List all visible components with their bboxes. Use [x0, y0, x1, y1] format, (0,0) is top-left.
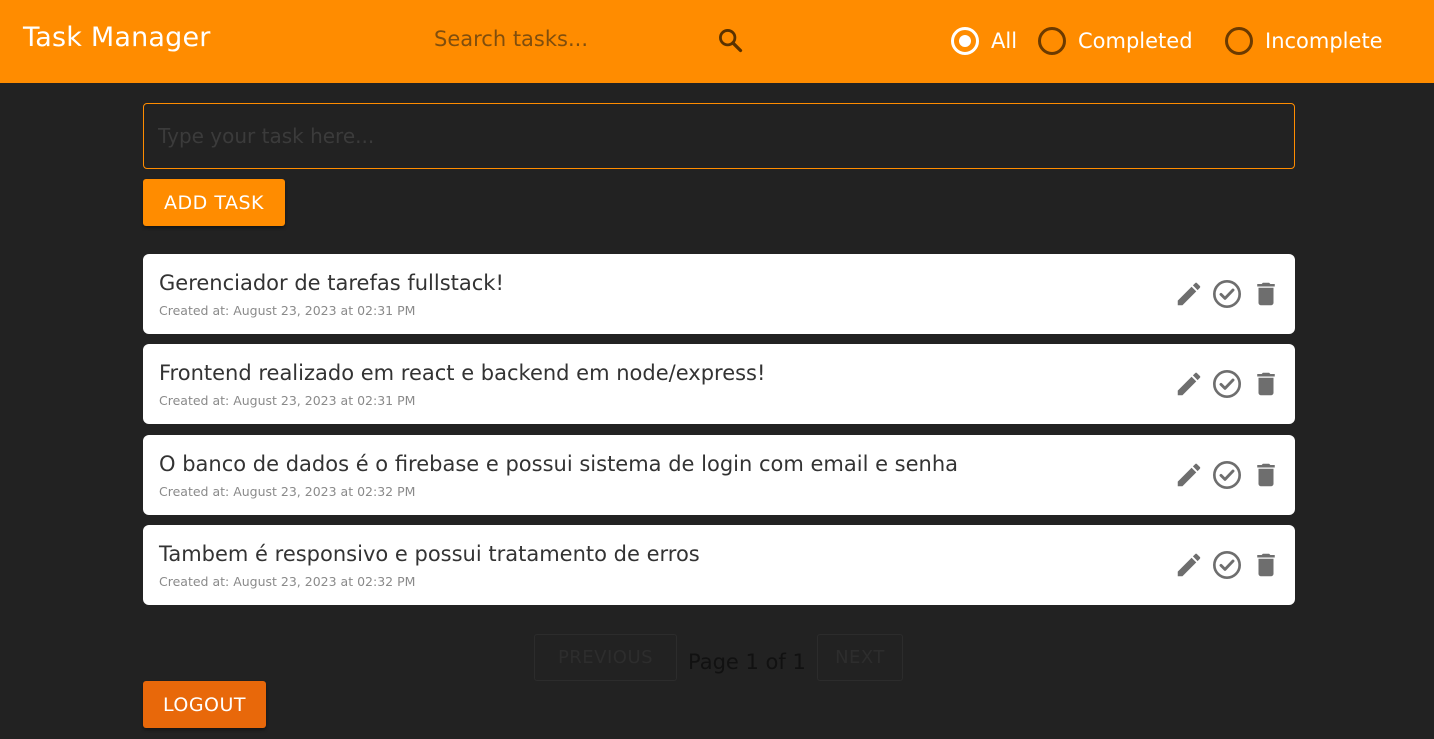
- logout-button[interactable]: LOGOUT: [143, 681, 266, 728]
- add-task-button[interactable]: ADD TASK: [143, 179, 285, 226]
- pencil-icon: [1177, 463, 1201, 487]
- task-created-date: Created at: August 23, 2023 at 02:32 PM: [159, 484, 416, 499]
- filter-completed[interactable]: Completed: [1038, 24, 1193, 58]
- edit-task-button[interactable]: [1171, 547, 1207, 583]
- next-page-button[interactable]: NEXT: [817, 634, 903, 681]
- complete-task-button[interactable]: [1209, 366, 1245, 402]
- task-title: Gerenciador de tarefas fullstack!: [159, 271, 504, 295]
- check-circle-icon: [1213, 280, 1241, 308]
- check-circle-icon: [1213, 551, 1241, 579]
- radio-unchecked-icon: [1225, 27, 1253, 55]
- task-created-date: Created at: August 23, 2023 at 02:31 PM: [159, 303, 416, 318]
- trash-icon: [1257, 372, 1275, 396]
- filter-all-label: All: [991, 29, 1018, 53]
- task-created-date: Created at: August 23, 2023 at 02:32 PM: [159, 574, 416, 589]
- filter-incomplete-label: Incomplete: [1265, 29, 1383, 53]
- trash-icon: [1257, 463, 1275, 487]
- app-header: Task Manager All Completed Incomplete: [0, 0, 1434, 83]
- pencil-icon: [1177, 282, 1201, 306]
- task-input[interactable]: [143, 103, 1295, 169]
- trash-icon: [1257, 553, 1275, 577]
- task-card: Frontend realizado em react e backend em…: [143, 344, 1295, 424]
- edit-task-button[interactable]: [1171, 276, 1207, 312]
- delete-task-button[interactable]: [1248, 366, 1284, 402]
- edit-task-button[interactable]: [1171, 457, 1207, 493]
- pencil-icon: [1177, 372, 1201, 396]
- task-card: Tambem é responsivo e possui tratamento …: [143, 525, 1295, 605]
- delete-task-button[interactable]: [1248, 457, 1284, 493]
- delete-task-button[interactable]: [1248, 276, 1284, 312]
- task-title: Frontend realizado em react e backend em…: [159, 361, 766, 385]
- check-circle-icon: [1213, 461, 1241, 489]
- pencil-icon: [1177, 553, 1201, 577]
- task-title: O banco de dados é o firebase e possui s…: [159, 452, 959, 476]
- radio-unchecked-icon: [1038, 27, 1066, 55]
- complete-task-button[interactable]: [1209, 276, 1245, 312]
- task-card: Gerenciador de tarefas fullstack! Create…: [143, 254, 1295, 334]
- radio-checked-icon: [951, 27, 979, 55]
- filter-completed-label: Completed: [1078, 29, 1193, 53]
- complete-task-button[interactable]: [1209, 457, 1245, 493]
- check-circle-icon: [1213, 370, 1241, 398]
- previous-page-button[interactable]: PREVIOUS: [534, 634, 677, 681]
- filter-radio-group: All Completed Incomplete: [0, 24, 1434, 58]
- task-title: Tambem é responsivo e possui tratamento …: [159, 542, 700, 566]
- page-indicator: Page 1 of 1: [688, 650, 806, 674]
- trash-icon: [1257, 282, 1275, 306]
- complete-task-button[interactable]: [1209, 547, 1245, 583]
- delete-task-button[interactable]: [1248, 547, 1284, 583]
- task-created-date: Created at: August 23, 2023 at 02:31 PM: [159, 393, 416, 408]
- filter-all[interactable]: All: [951, 24, 1017, 58]
- filter-incomplete[interactable]: Incomplete: [1225, 24, 1383, 58]
- edit-task-button[interactable]: [1171, 366, 1207, 402]
- task-card: O banco de dados é o firebase e possui s…: [143, 435, 1295, 515]
